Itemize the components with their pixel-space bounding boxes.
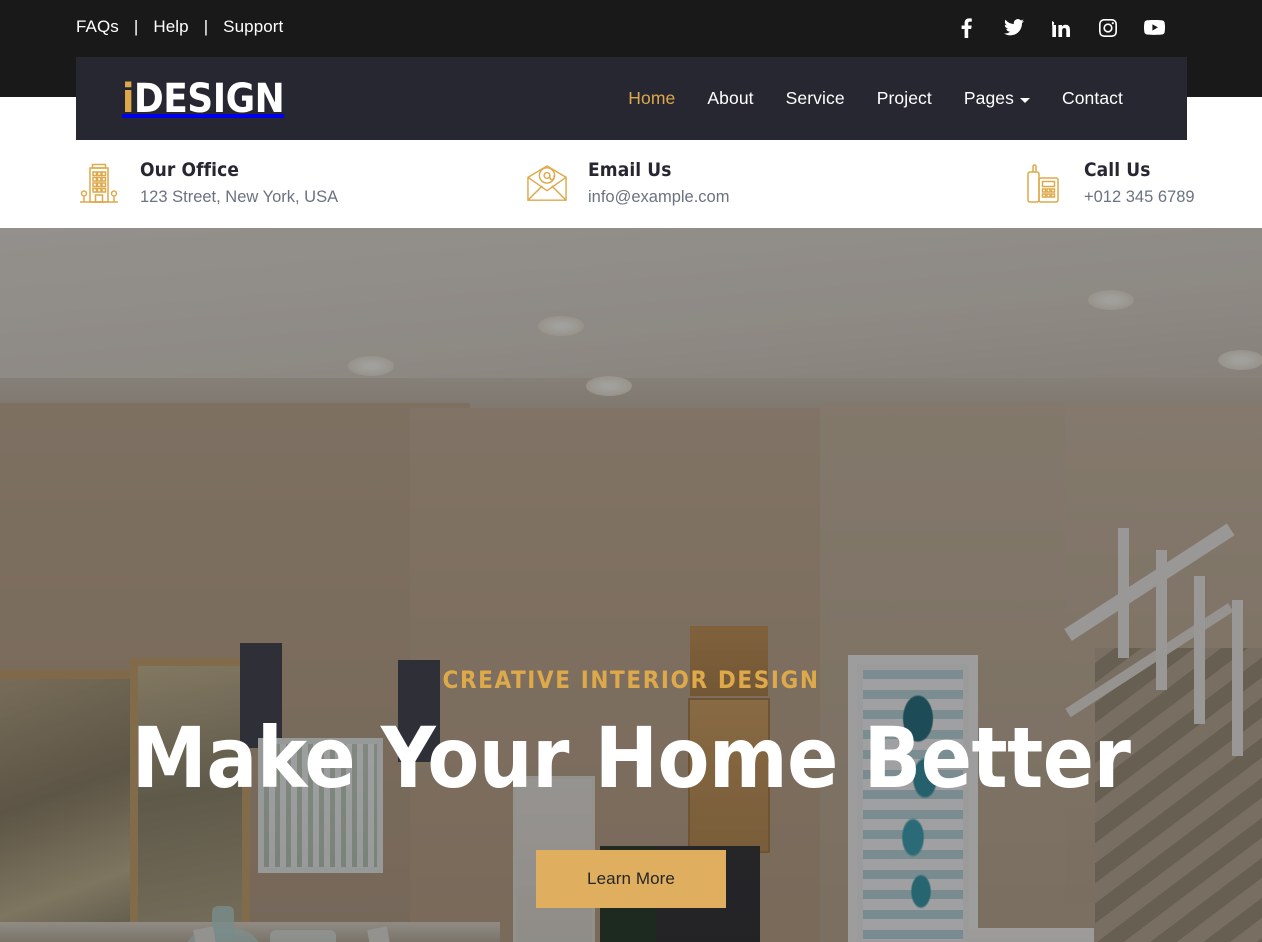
nav-item-about[interactable]: About xyxy=(691,88,769,109)
site-logo[interactable]: i DESIGN xyxy=(122,75,285,122)
instagram-icon xyxy=(1098,18,1117,42)
youtube-icon xyxy=(1143,20,1166,40)
contact-email-text: Email Us info@example.com xyxy=(588,159,729,209)
chevron-down-icon xyxy=(1019,98,1030,103)
contact-info-bar: Our Office 123 Street, New York, USA Ema… xyxy=(0,140,1262,228)
hero-subtitle: CREATIVE INTERIOR DESIGN xyxy=(442,666,820,694)
top-link-faqs[interactable]: FAQs xyxy=(76,17,119,37)
contact-office-title: Our Office xyxy=(140,159,240,182)
social-links xyxy=(943,17,1178,43)
hero-title: Make Your Home Better xyxy=(131,709,1131,807)
nav-item-contact[interactable]: Contact xyxy=(1046,88,1139,109)
contact-email-value: info@example.com xyxy=(588,187,730,206)
top-link-help[interactable]: Help xyxy=(153,17,188,37)
top-link-separator-2: | xyxy=(203,17,209,36)
main-navbar: i DESIGN Home About Service Project Pages… xyxy=(76,57,1187,140)
envelope-at-icon xyxy=(524,159,570,209)
telephone-icon xyxy=(1020,159,1066,209)
contact-phone-value: +012 345 6789 xyxy=(1084,187,1195,206)
instagram-link[interactable] xyxy=(1084,18,1131,42)
learn-more-button[interactable]: Learn More xyxy=(536,850,726,909)
logo-accent-letter: i xyxy=(122,75,134,122)
nav-item-home[interactable]: Home xyxy=(612,88,691,109)
facebook-icon xyxy=(961,17,972,43)
building-icon xyxy=(76,159,122,209)
contact-office: Our Office 123 Street, New York, USA xyxy=(76,159,338,209)
nav-item-pages[interactable]: Pages xyxy=(948,88,1046,109)
nav-item-project[interactable]: Project xyxy=(861,88,948,109)
contact-office-value: 123 Street, New York, USA xyxy=(140,187,339,206)
twitter-icon xyxy=(1003,19,1024,41)
nav-item-pages-label: Pages xyxy=(963,88,1014,108)
contact-email: Email Us info@example.com xyxy=(524,159,729,209)
top-link-support[interactable]: Support xyxy=(223,17,283,37)
linkedin-icon xyxy=(1049,19,1070,42)
linkedin-link[interactable] xyxy=(1037,18,1084,42)
nav-item-service[interactable]: Service xyxy=(770,88,861,109)
contact-phone-text: Call Us +012 345 6789 xyxy=(1084,159,1195,209)
contact-phone: Call Us +012 345 6789 xyxy=(1020,159,1195,209)
hero-section: CREATIVE INTERIOR DESIGN Make Your Home … xyxy=(0,228,1262,942)
facebook-link[interactable] xyxy=(943,17,990,43)
contact-office-text: Our Office 123 Street, New York, USA xyxy=(140,159,338,209)
twitter-link[interactable] xyxy=(990,18,1037,42)
contact-email-title: Email Us xyxy=(588,159,672,182)
logo-text: DESIGN xyxy=(133,75,285,122)
contact-phone-title: Call Us xyxy=(1084,159,1151,182)
top-link-separator-1: | xyxy=(133,17,139,36)
hero-content: CREATIVE INTERIOR DESIGN Make Your Home … xyxy=(0,228,1262,942)
youtube-link[interactable] xyxy=(1131,18,1178,42)
top-links: FAQs | Help | Support xyxy=(76,17,283,37)
nav-menu: Home About Service Project Pages Contact xyxy=(612,88,1139,109)
